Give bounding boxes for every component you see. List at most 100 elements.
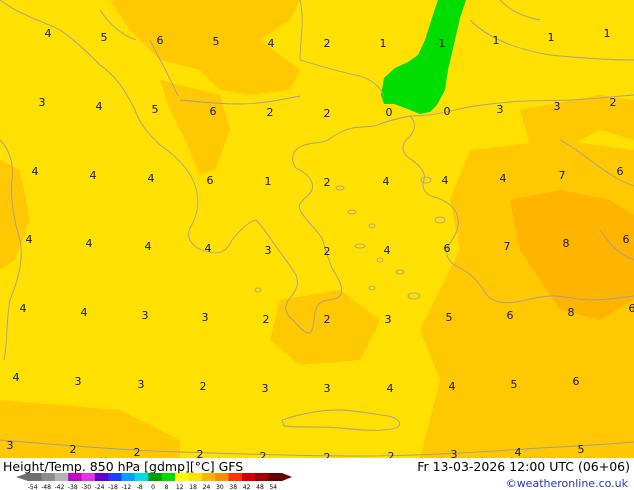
temperature-value: 0 [444,105,451,118]
temperature-value: 1 [548,31,555,44]
temperature-value: 2 [70,443,77,456]
temperature-value: 2 [610,96,617,109]
scale-swatch [68,473,82,481]
scale-swatch [54,473,69,481]
temperature-value: 2 [324,245,331,258]
temperature-value: 6 [629,302,634,315]
scale-swatch [41,473,56,481]
temperature-value: 3 [451,448,458,458]
temperature-value: 4 [86,237,93,250]
temperature-value: 6 [210,105,217,118]
temperature-value: 5 [578,443,585,456]
scale-tick-label: 24 [203,484,211,490]
temperature-value: 3 [142,309,149,322]
temperature-value: 2 [324,313,331,326]
temperature-map: 4 5 6 5 4 2 1 -1 1 1 1 3 4 5 6 2 2 0 0 3 3 2 4 4 4 6 1 2 4 4 4 7 6 4 4 4 4 3 2… [0,0,634,458]
temperature-value: 4 [148,172,155,185]
scale-tick-label: 18 [189,484,197,490]
scale-swatch [161,473,176,481]
temperature-value: 3 [265,244,272,257]
color-scale: -54 -48 -42 -38 -30 -24 -18 -12 -8 0 8 12 18 24 30 38 42… [16,473,292,490]
temperature-value: 4 [96,100,103,113]
temperature-value: 4 [500,172,507,185]
temperature-value: 5 [511,378,518,391]
temperature-value: 5 [213,35,220,48]
scale-tick-label: 48 [256,484,264,490]
temperature-value: 1 [380,37,387,50]
temperature-value: 4 [383,175,390,188]
temperature-value: 2 [324,37,331,50]
scale-tick-label: -38 [68,484,78,490]
temperature-value: 4 [268,37,275,50]
temperature-value: 4 [13,371,20,384]
temperature-value: 2 [200,380,207,393]
temperature-value: 6 [444,242,451,255]
temperature-value: 4 [145,240,152,253]
scale-tick-label: -48 [41,484,51,490]
scale-swatch [228,473,243,481]
scale-arrow-left [16,473,28,481]
temperature-value: 4 [442,174,449,187]
scale-tick-label: -42 [55,484,65,490]
scale-swatch [81,473,96,481]
temperature-value: 3 [262,382,269,395]
temperature-value: 6 [617,165,624,178]
temperature-value: 4 [205,242,212,255]
temperature-value: 3 [554,100,561,113]
temperature-value: 2 [324,451,331,458]
temperature-value: 1 [604,27,611,40]
scale-tick-label: -24 [95,484,105,490]
scale-tick-label: 0 [151,484,155,490]
temperature-value: 5 [101,31,108,44]
temperature-value: 4 [45,27,52,40]
scale-arrow-right [282,473,292,481]
temperature-value: 3 [497,103,504,116]
scale-tick-label: 54 [269,484,277,490]
scale-tick-label: 42 [243,484,251,490]
temperature-value: 2 [267,106,274,119]
temperature-value: 8 [563,237,570,250]
scale-swatch [28,473,42,481]
temperature-value: 3 [138,378,145,391]
temperature-value: 4 [26,233,33,246]
temperature-value: 6 [623,233,630,246]
temperature-value: -1 [435,37,446,50]
temperature-value: 2 [388,450,395,458]
scale-tick-label: 8 [164,484,168,490]
temperature-value: 3 [202,311,209,324]
scale-tick-label: 38 [229,484,237,490]
temperature-value: 2 [263,313,270,326]
scale-swatch [148,473,162,481]
temperature-value: 1 [265,175,272,188]
temperature-value: 2 [324,176,331,189]
temperature-value: 5 [446,311,453,324]
temperature-value: 2 [197,448,204,458]
temperature-value: 6 [573,375,580,388]
scale-tick-label: -18 [108,484,118,490]
color-scale-ticks: -54 -48 -42 -38 -30 -24 -18 -12 -8 0 8 12 18 24 30 38 42… [28,484,278,490]
temperature-value: 2 [134,446,141,458]
scale-tick-label: -54 [28,484,38,490]
scale-swatch [94,473,109,481]
temperature-value: 4 [32,165,39,178]
credit-link[interactable]: ©weatheronline.co.uk [506,477,628,490]
scale-tick-label: -12 [121,484,131,490]
scale-swatch [268,473,283,481]
temperature-value: 4 [515,446,522,458]
temperature-value: 3 [75,375,82,388]
temperature-value: 6 [507,309,514,322]
temperature-value: 4 [387,382,394,395]
scale-swatch [134,473,149,481]
temperature-value: 3 [385,313,392,326]
scale-swatch [108,473,122,481]
temperature-value: 0 [386,106,393,119]
scale-swatch [201,473,216,481]
temperature-value: 4 [81,306,88,319]
temperature-value: 5 [152,103,159,116]
temperature-value: 4 [449,380,456,393]
temperature-value: 1 [493,34,500,47]
temperature-value: 4 [384,244,391,257]
scale-tick-label: 12 [176,484,184,490]
temperature-value: 6 [207,174,214,187]
temperature-value: 4 [20,302,27,315]
